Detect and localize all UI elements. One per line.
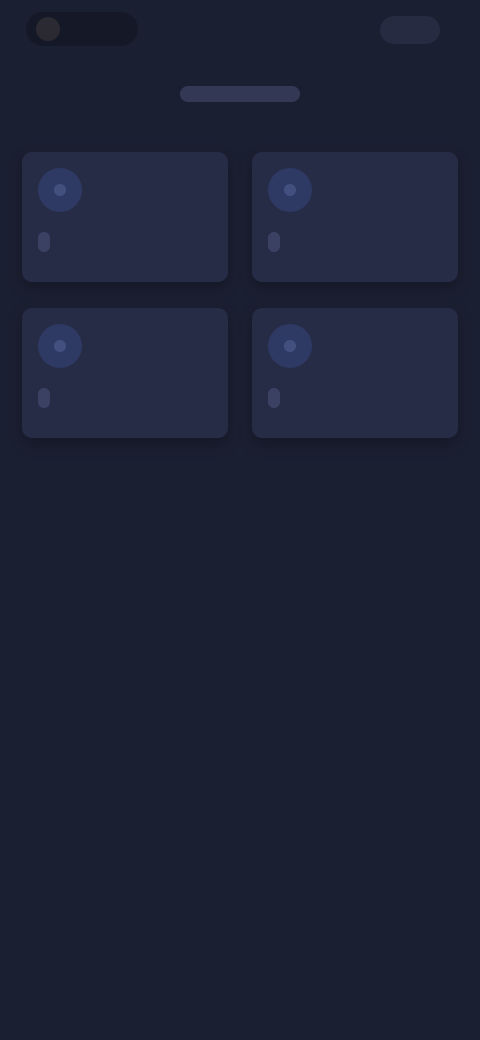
circle-icon (38, 168, 82, 212)
menu-card-4[interactable] (252, 308, 458, 438)
circle-icon (268, 324, 312, 368)
menu-card-label (268, 232, 280, 252)
menu-card-1[interactable] (22, 152, 228, 282)
menu-card-label (38, 388, 50, 408)
menu-card-label (268, 388, 280, 408)
header-action-button[interactable] (380, 16, 440, 44)
circle-icon (38, 324, 82, 368)
logo-icon (36, 17, 60, 41)
circle-icon (268, 168, 312, 212)
top-bar (0, 0, 480, 62)
menu-card-label (38, 232, 50, 252)
menu-card-3[interactable] (22, 308, 228, 438)
page-title (0, 80, 480, 108)
app-screen (0, 0, 480, 1040)
logo[interactable] (26, 12, 138, 46)
menu-card-2[interactable] (252, 152, 458, 282)
